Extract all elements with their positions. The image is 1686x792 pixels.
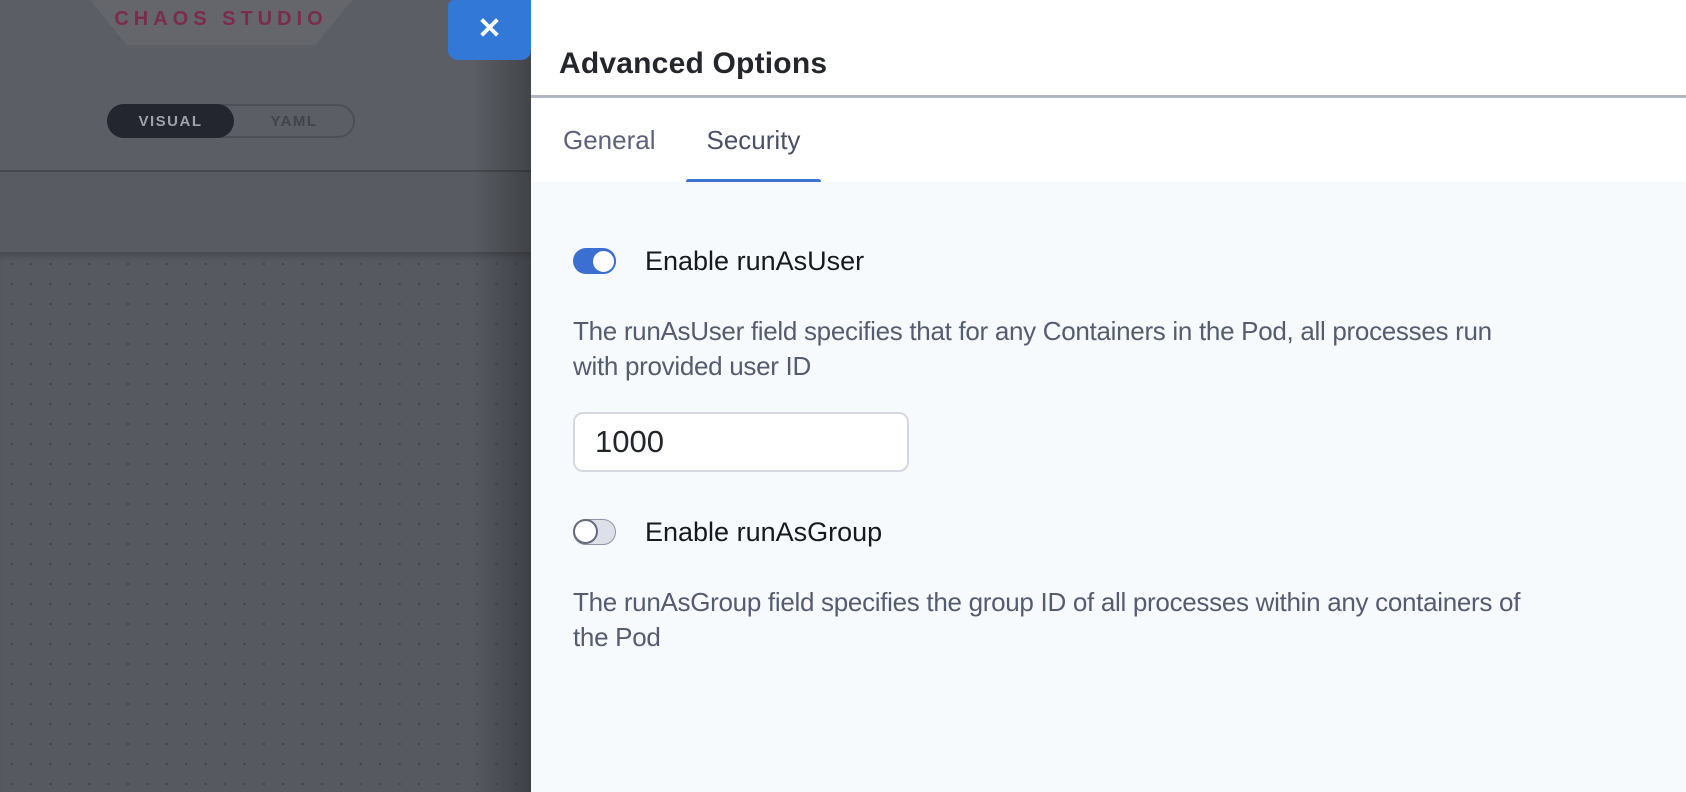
run-as-user-input[interactable] [573,412,909,472]
tab-general[interactable]: General [563,125,656,156]
drawer-title: Advanced Options [559,47,827,81]
run-as-user-row: Enable runAsUser [573,248,1686,274]
toggle-knob [573,519,598,544]
tab-security-label: Security [707,125,801,156]
toggle-knob [591,249,616,274]
security-tab-panel: Enable runAsUser The runAsUser field spe… [531,182,1686,792]
run-as-user-description: The runAsUser field specifies that for a… [573,314,1528,384]
run-as-group-row: Enable runAsGroup [573,519,1686,545]
workflow-canvas [0,252,531,792]
close-icon: ✕ [477,15,501,44]
yaml-tab-button[interactable]: YAML [235,106,353,136]
run-as-group-description: The runAsGroup field specifies the group… [573,585,1528,655]
close-drawer-button[interactable]: ✕ [448,0,531,60]
tab-security[interactable]: Security [686,98,822,182]
view-mode-toggle: VISUAL YAML [107,104,355,138]
studio-title: CHAOS STUDIO [114,8,327,31]
advanced-options-drawer: Advanced Options General Security Enable… [531,0,1686,792]
run-as-group-label: Enable runAsGroup [645,517,882,548]
tab-bar: General Security [531,98,1686,182]
header-canvas-divider [0,170,531,172]
run-as-user-label: Enable runAsUser [645,246,864,277]
studio-banner: CHAOS STUDIO [90,0,352,45]
visual-tab-button[interactable]: VISUAL [107,104,234,138]
run-as-group-toggle[interactable] [573,519,616,545]
run-as-user-toggle[interactable] [573,248,616,274]
dimmed-backdrop[interactable]: CHAOS STUDIO VISUAL YAML [0,0,531,792]
